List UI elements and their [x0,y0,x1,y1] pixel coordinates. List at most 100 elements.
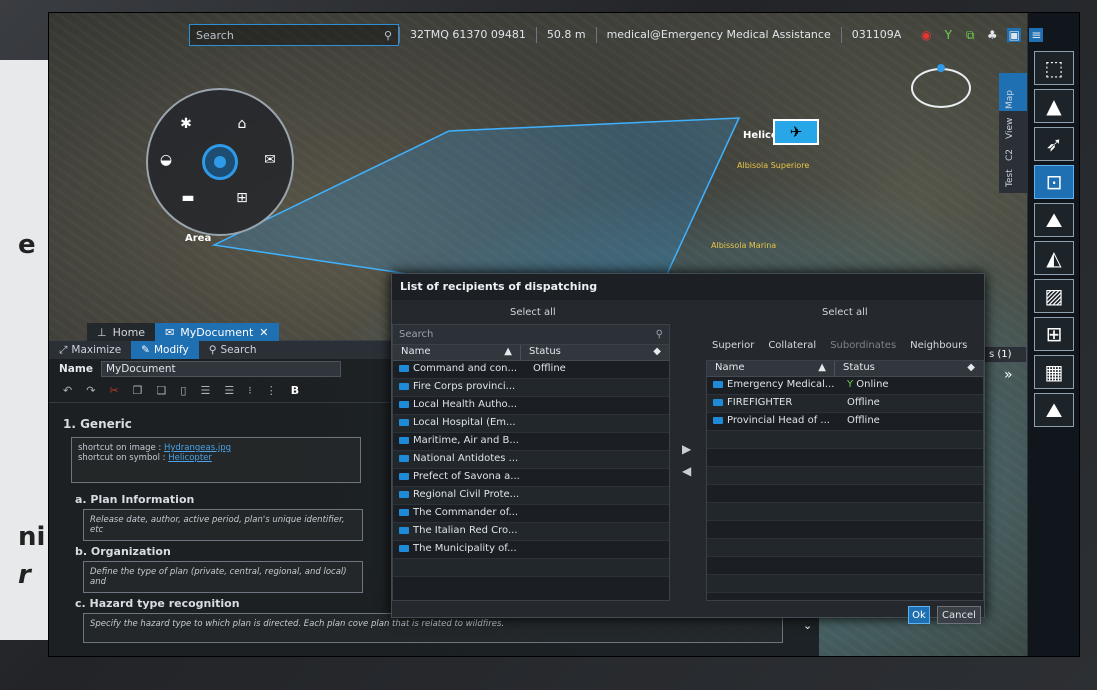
maximize-button[interactable]: ⤢ Maximize [49,341,131,359]
align-center-icon[interactable]: ☰ [224,384,234,397]
copy-icon[interactable]: ❐ [133,384,143,397]
screen-icon[interactable]: ▣ [1007,28,1022,42]
cancel-button[interactable]: Cancel [937,606,981,624]
pencil-icon: ✎ [141,344,150,356]
filter-neighbours[interactable]: Neighbours [910,340,967,351]
status-column-header[interactable]: Status ◆ [835,361,983,376]
paste-icon[interactable]: ❏ [157,384,167,397]
select-all-left[interactable]: Select all [510,307,556,318]
table-row[interactable]: Local Hospital (Em... [393,415,669,433]
recipient-name: Emergency Medical... [707,377,835,394]
trash-icon[interactable]: ▯ [180,384,186,397]
filter-collateral[interactable]: Collateral [768,340,816,351]
redo-icon[interactable]: ↷ [86,384,95,397]
table-row[interactable]: Provincial Head of ... Offline [707,413,983,431]
modify-button[interactable]: ✎ Modify [131,341,199,359]
gear-icon[interactable]: ✱ [176,116,196,132]
slide-letter: e [18,230,36,260]
table-row[interactable]: FIREFIGHTER Offline [707,395,983,413]
recipient-search-input[interactable]: Search ⚲ [393,325,669,345]
compass-icon[interactable] [911,64,971,108]
unit-icon [399,490,409,498]
helicopter-symbol[interactable]: ✈ [773,119,819,145]
background-panel-fragment: s (1) » [984,346,1027,386]
mountain-icon[interactable]: ◭ [1034,241,1074,275]
filter-subordinates[interactable]: Subordinates [830,340,896,351]
right-toolbar: ⬚ ▲ ➶ ⊡ ⛰ ◭ ▨ ⊞ ▦ ⛰ [1027,13,1079,656]
network-icon[interactable]: ⊡ [1034,165,1074,199]
table-row[interactable]: Local Health Autho... [393,397,669,415]
tab-view[interactable]: View [1005,118,1015,139]
alarm-icon[interactable]: ◉ [919,28,933,42]
tab-mydocument[interactable]: ✉ MyDocument ✕ [155,323,279,341]
recipient-name: Command and con... [393,361,521,378]
book-icon[interactable]: ⊞ [232,190,252,206]
table-row[interactable]: Maritime, Air and B... [393,433,669,451]
unit-icon [399,472,409,480]
mail-icon[interactable]: ✉ [260,152,280,168]
image-icon[interactable]: ▨ [1034,279,1074,313]
organization-box[interactable]: Define the type of plan (private, centra… [83,561,363,593]
tab-map[interactable]: Map [1005,90,1015,109]
radial-center-button[interactable] [202,144,238,180]
helicopter-icon: ✈ [789,123,803,141]
table-row[interactable]: Regional Civil Prote... [393,487,669,505]
close-icon[interactable]: ✕ [259,326,268,339]
table-row[interactable]: Fire Corps provinci... [393,379,669,397]
tree-icon[interactable]: ♣ [985,28,999,42]
menu-icon[interactable]: ≡ [1029,28,1044,42]
align-left-icon[interactable]: ☰ [200,384,210,397]
plan-info-box[interactable]: Release date, author, active period, pla… [83,509,363,541]
name-column-header[interactable]: Name ▲ [707,361,835,376]
table-header: Name ▲ Status ◆ [707,361,983,377]
expand-icon[interactable]: » [984,367,1027,383]
empty-row [707,485,983,503]
tab-test[interactable]: Test [1005,169,1015,187]
symbol-link[interactable]: Helicopter [168,453,212,463]
bullet-list-icon[interactable]: ⁝ [248,384,252,397]
table-header: Name ▲ Status ◆ [393,345,669,361]
table-row[interactable]: Command and con... Offline [393,361,669,379]
antenna-icon[interactable]: Y [941,28,955,42]
tab-c2[interactable]: C2 [1005,149,1015,161]
table-row[interactable]: Prefect of Savona a... [393,469,669,487]
document-name-input[interactable]: MyDocument [100,361,341,377]
mail-icon: ✉ [165,325,175,339]
home-icon[interactable]: ⌂ [232,116,252,132]
navigate-compass-icon[interactable]: ➶ [1034,127,1074,161]
grid-icon[interactable]: ▦ [1034,355,1074,389]
table-row[interactable]: The Italian Red Cro... [393,523,669,541]
map-search-input[interactable]: Search ⚲ [189,24,399,46]
chat-icon[interactable]: ◒ [156,152,176,168]
status-column-header[interactable]: Status ◆ [521,345,669,360]
folder-icon[interactable]: ▬ [178,190,198,206]
empty-row [707,539,983,557]
search-button[interactable]: ⚲ Search [199,341,267,359]
tab-home[interactable]: ⊥ Home [87,323,156,341]
chevron-down-icon[interactable]: ⌄ [803,619,812,632]
move-right-icon[interactable]: ▶ [682,442,691,456]
undo-icon[interactable]: ↶ [63,384,72,397]
terrain-ruler-icon[interactable]: ⛰ [1034,203,1074,237]
name-column-header[interactable]: Name ▲ [393,345,521,360]
recipients-dialog: List of recipients of dispatching Select… [391,273,985,624]
cut-icon[interactable]: ✂ [109,384,118,397]
numbered-list-icon[interactable]: ⋮ [266,384,277,397]
table-row[interactable]: Emergency Medical... Y Online [707,377,983,395]
image-link[interactable]: Hydrangeas.jpg [164,443,231,453]
select-all-right[interactable]: Select all [822,307,868,318]
table-row[interactable]: The Municipality of... [393,541,669,559]
network-icon[interactable]: ⧉ [963,28,977,42]
move-left-icon[interactable]: ◀ [682,464,691,478]
selection-frame-icon[interactable]: ⬚ [1034,51,1074,85]
date-group: 031109A [840,27,912,43]
table-row[interactable]: The Commander of... [393,505,669,523]
filter-superior[interactable]: Superior [712,340,754,351]
sort-icon: ◆ [653,346,661,357]
table-row[interactable]: National Antidotes ... [393,451,669,469]
navigate-icon[interactable]: ▲ [1034,89,1074,123]
ok-button[interactable]: Ok [908,606,930,624]
bold-icon[interactable]: B [291,384,299,397]
map-icon[interactable]: ⊞ [1034,317,1074,351]
elevation-profile-icon[interactable]: ⛰ [1034,393,1074,427]
